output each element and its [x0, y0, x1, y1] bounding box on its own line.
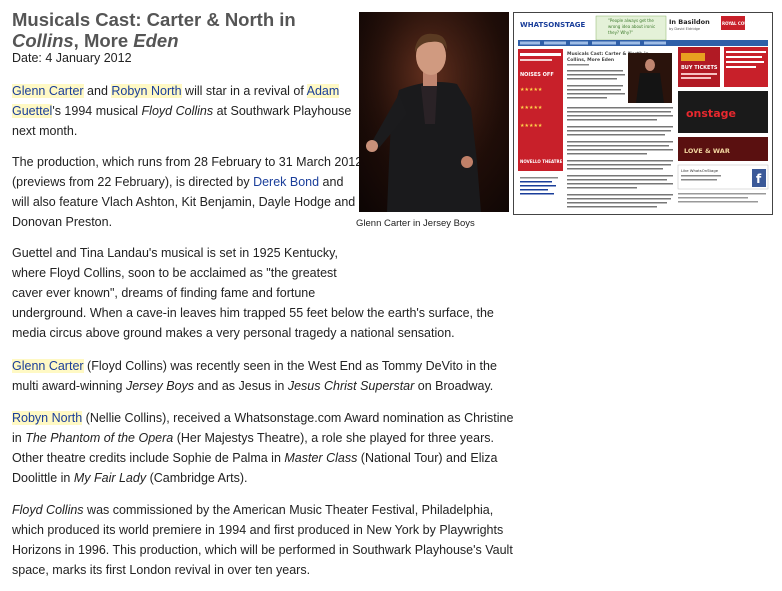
text: Other theatre credits include Sophie de …: [12, 451, 285, 465]
paragraph-2: The production, which runs from 28 Febru…: [12, 152, 362, 232]
text: in: [12, 431, 26, 445]
text: 's 1994 musical: [52, 104, 142, 118]
article-title: Musicals Cast: Carter & North in Collins,…: [12, 9, 352, 51]
text: and as Jesus in: [194, 379, 288, 393]
link-robyn-north[interactable]: Robyn North: [111, 84, 182, 98]
link-adam-guettel-2[interactable]: Guettel: [12, 104, 53, 118]
text: space, marks its first London revival in…: [12, 563, 311, 577]
work-title: Jesus Christ Superstar: [287, 379, 415, 393]
website-thumbnail[interactable]: WHATSONSTAGE "People always get the wron…: [513, 12, 773, 215]
text: underground. When a cave-in leaves him t…: [12, 306, 494, 320]
text: Doolittle in: [12, 471, 74, 485]
text: and: [83, 84, 112, 98]
paragraph-5: Robyn North (Nellie Collins), received a…: [12, 408, 513, 488]
thumb-promo-3: they? Why?": [608, 30, 633, 35]
thumb-article-title-2: Collins, More Eden: [567, 57, 614, 63]
text: (Her Majestys Theatre), a role she playe…: [173, 431, 494, 445]
paragraph-6: Floyd Collins was commissioned by the Am…: [12, 500, 513, 580]
work-title: Floyd Collins: [12, 503, 84, 517]
text: where Floyd Collins, soon to be acclaime…: [12, 266, 337, 280]
thumb-logo: WHATSONSTAGE: [520, 21, 586, 29]
paragraph-4: Glenn Carter (Floyd Collins) was recentl…: [12, 356, 497, 396]
thumb-stars-2: ★★★★★: [520, 105, 543, 111]
link-adam-guettel[interactable]: Adam: [306, 84, 340, 98]
thumb-promo-2: wrong idea about ironic: [608, 24, 655, 29]
thumbnail-graphic: WHATSONSTAGE "People always get the wron…: [514, 13, 772, 214]
text: will also feature Vlach Ashton, Kit Benj…: [12, 195, 356, 209]
work-title: Master Class: [284, 451, 358, 465]
link-glenn-carter[interactable]: Glenn Carter: [12, 84, 84, 98]
thumb-banner-2: NOVELLO THEATRE: [520, 159, 563, 164]
text: was commissioned by the American Music T…: [83, 503, 494, 517]
performer-photo: [359, 12, 509, 212]
text: on Broadway.: [414, 379, 494, 393]
text: which produced its world premiere in 199…: [12, 523, 504, 537]
thumb-facebook-icon: f: [756, 172, 762, 186]
thumb-venue-logo: ROYAL COURT: [722, 21, 753, 26]
text: caver ever known", dreams of finding fam…: [12, 286, 316, 300]
work-title: My Fair Lady: [73, 471, 147, 485]
text: will star in a revival of: [181, 84, 307, 98]
text: Guettel and Tina Landau's musical is set…: [12, 246, 338, 260]
text: at Southwark Playhouse: [213, 104, 352, 118]
photo-caption: Glenn Carter in Jersey Boys: [356, 218, 475, 229]
text: next month.: [12, 124, 78, 138]
title-lead: Musicals Cast: Carter & North in: [12, 9, 296, 30]
thumb-ad-buy: BUY TICKETS: [681, 65, 718, 71]
article-date: Date: 4 January 2012: [12, 51, 132, 65]
work-title: Floyd Collins: [141, 104, 214, 118]
thumb-event-sub: by David Eldridge: [669, 27, 700, 31]
thumb-banner-1: NOISES OFF: [520, 72, 554, 78]
link-glenn-carter-2[interactable]: Glenn Carter: [12, 359, 84, 373]
text: (National Tour) and Eliza: [357, 451, 498, 465]
thumb-ad-onstage: onstage: [686, 107, 736, 120]
work-title: Jersey Boys: [125, 379, 195, 393]
thumb-stars-3: ★★★★★: [520, 123, 543, 129]
text: The production, which runs from 28 Febru…: [12, 155, 363, 169]
thumb-ad-love-war: LOVE & WAR: [684, 147, 730, 155]
thumb-stars: ★★★★★: [520, 87, 543, 93]
text: media circus above ground makes a very p…: [12, 326, 455, 340]
thumb-fb-prompt: Like WhatsOnStage: [681, 168, 719, 173]
text: (Cambridge Arts).: [146, 471, 248, 485]
title-italic-eden: Eden: [133, 30, 179, 51]
work-title: The Phantom of the Opera: [25, 431, 174, 445]
performer-silhouette: [359, 12, 509, 212]
text: (Nellie Collins), received a Whatsonstag…: [82, 411, 514, 425]
text: Donovan Preston.: [12, 215, 113, 229]
link-derek-bond[interactable]: Derek Bond: [253, 175, 319, 189]
thumb-promo-1: "People always get the: [608, 18, 654, 23]
title-mid: , More: [73, 30, 134, 51]
text: multi award-winning: [12, 379, 126, 393]
paragraph-1: Glenn Carter and Robyn North will star i…: [12, 81, 351, 141]
text: and: [319, 175, 344, 189]
text: (Floyd Collins) was recently seen in the…: [83, 359, 497, 373]
text: Horizons in 1996. This production, which…: [12, 543, 513, 557]
thumb-event-title: In Basildon: [669, 18, 710, 26]
text: (previews from 22 February), is directed…: [12, 175, 254, 189]
paragraph-3: Guettel and Tina Landau's musical is set…: [12, 243, 494, 343]
title-italic-collins: Collins: [12, 30, 74, 51]
link-robyn-north-2[interactable]: Robyn North: [12, 411, 83, 425]
